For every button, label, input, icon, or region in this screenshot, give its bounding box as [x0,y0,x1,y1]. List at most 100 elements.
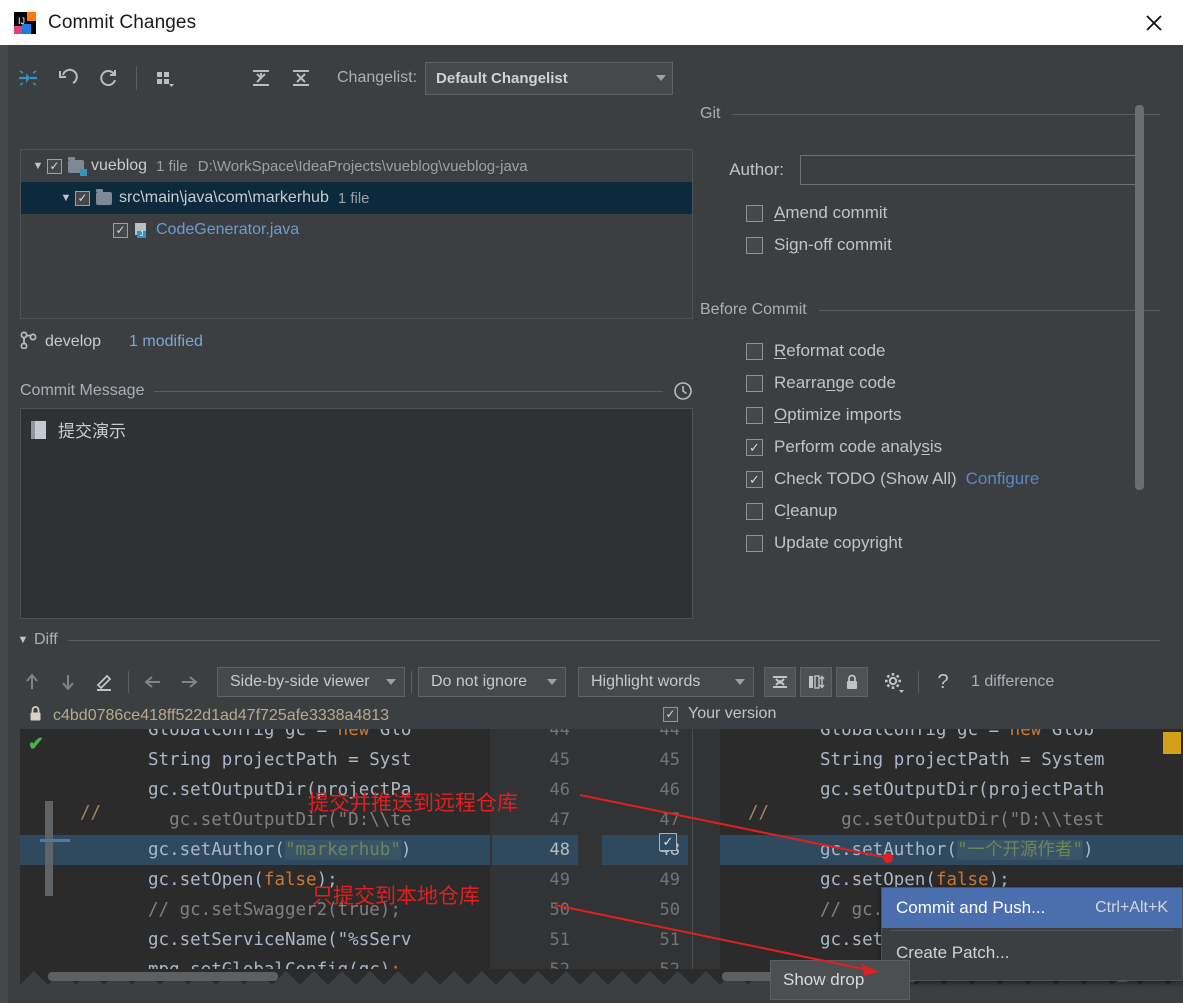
checkbox-update-copyright[interactable]: Update copyright [700,533,1160,553]
checkbox-box[interactable] [746,502,763,520]
menu-item-create-patch[interactable]: Create Patch... [882,933,1182,973]
line-number: 45 [659,750,680,770]
arrow-up-icon[interactable] [14,667,50,697]
checkbox-label: Reformat code [774,341,886,360]
tree-checkbox[interactable]: ✓ [75,190,90,206]
checkbox-optimize-imports[interactable]: Optimize imports [700,405,1160,425]
collapse-all-icon[interactable] [281,61,321,95]
viewer-mode-dropdown[interactable]: Side-by-side viewer [217,667,405,697]
chevron-down-icon[interactable]: ▼ [14,634,32,646]
comment-marker-left: // [80,803,102,823]
diff-left-horizontal-scrollbar[interactable] [48,972,278,981]
highlight-mode-dropdown[interactable]: Highlight words [578,667,754,697]
line-number: 47 [659,810,680,830]
code-line: GlobalConfig gc = new Glob [820,729,1094,740]
collapse-unchanged-icon[interactable] [764,667,796,697]
revert-icon[interactable] [48,61,88,95]
checkbox-amend-commit[interactable]: Amend commit [700,203,1160,223]
tree-row-package[interactable]: ▼ ✓ src\main\java\com\markerhub 1 file [21,182,692,214]
ignore-mode-dropdown[interactable]: Do not ignore [418,667,566,697]
changed-files-tree[interactable]: ▼ ✓ vueblog 1 file D:\WorkSpace\IdeaProj… [20,149,693,319]
your-version-checkbox[interactable]: ✓ [663,706,678,722]
chevron-down-icon[interactable]: ▼ [29,160,47,172]
checkbox-cleanup[interactable]: Cleanup [700,501,1160,521]
line-number: 47 [549,810,570,830]
checkbox-box[interactable]: ✓ [746,438,763,456]
pencil-icon[interactable] [86,667,122,697]
changelist-dropdown[interactable]: Default Changelist [425,61,674,95]
checkbox-box[interactable] [746,204,763,222]
clock-icon[interactable] [673,381,693,401]
line-numbers-right: 44 45 46 47 48 49 50 51 52 [602,729,688,981]
tree-row-label: vueblog [91,157,148,174]
tree-row-count: 1 file [337,189,370,207]
checkbox-reformat-code[interactable]: Reformat code [700,341,1160,361]
collapse-diff-icon[interactable] [8,61,48,95]
code-line: gc.setServiceName("%sServ [148,930,412,950]
separator-line [732,113,1160,115]
checkbox-perform-code-analysis[interactable]: ✓ Perform code analysis [700,437,1160,457]
menu-item-commit-and-push[interactable]: Commit and Push... Ctrl+Alt+K [882,888,1182,928]
before-commit-section-header: Before Commit [700,301,1160,319]
gear-icon[interactable] [876,667,912,697]
arrow-right-icon[interactable] [171,667,207,697]
changelist-value: Default Changelist [436,69,568,87]
accept-change-checkbox[interactable]: ✓ [659,833,677,851]
line-numbers-left: 44 45 46 47 48 49 50 51 52 [492,729,578,981]
commit-message-input[interactable]: 提交演示 [20,408,693,619]
ignore-mode-value: Do not ignore [431,673,528,690]
diff-left-revision-header: c4bd0786ce418ff522d1ad47f725afe3338a4813 [28,705,389,727]
chevron-down-icon[interactable]: ▼ [57,192,75,204]
viewer-mode-value: Side-by-side viewer [230,673,370,690]
configure-link[interactable]: Configure [966,469,1040,489]
line-number: 50 [659,900,680,920]
menu-separator [890,930,1174,931]
tree-row-project[interactable]: ▼ ✓ vueblog 1 file D:\WorkSpace\IdeaProj… [21,150,692,182]
checkbox-box[interactable] [746,342,763,360]
expand-all-icon[interactable] [241,61,281,95]
gutter-divider [692,729,693,981]
refresh-icon[interactable] [88,61,128,95]
revision-hash: c4bd0786ce418ff522d1ad47f725afe3338a4813 [53,707,390,724]
diff-left-pane[interactable]: ✔ // GlobalConfig gc = new Glo String pr… [20,729,490,981]
commit-dropdown-menu[interactable]: Commit and Push... Ctrl+Alt+K Create Pat… [881,887,1183,981]
checkbox-rearrange-code[interactable]: Rearrange code [700,373,1160,393]
left-edge-strip [0,45,8,1003]
arrow-down-icon[interactable] [50,667,86,697]
before-commit-title: Before Commit [700,301,807,318]
checkbox-box[interactable]: ✓ [746,470,763,488]
checkbox-box[interactable] [746,534,763,552]
read-only-lock-icon[interactable] [836,667,868,697]
line-number: 44 [549,729,570,740]
synchronize-scroll-icon[interactable] [800,667,832,697]
toolbar-separator [918,671,919,693]
branch-name: develop [45,333,102,350]
highlight-mode-value: Highlight words [591,673,701,690]
checkbox-box[interactable] [746,374,763,392]
commit-message-header: Commit Message [20,379,693,403]
menu-item-shortcut: Ctrl+Alt+K [1095,899,1168,916]
author-field[interactable] [800,155,1138,185]
git-panel-scrollbar[interactable] [1135,105,1144,490]
tree-checkbox[interactable]: ✓ [113,222,128,238]
checkbox-box[interactable] [746,236,763,254]
line-number: 49 [659,870,680,890]
line-number: 46 [659,780,680,800]
git-section-title: Git [700,105,721,122]
chevron-down-icon [735,679,745,685]
checkbox-box[interactable] [746,406,763,424]
checkbox-sign-off-commit[interactable]: Sign-off commit [700,235,1160,255]
tree-checkbox[interactable]: ✓ [47,158,62,174]
java-file-icon: J [134,222,149,238]
tree-row-file[interactable]: ✓ J CodeGenerator.java [21,214,692,246]
line-number: 50 [549,900,570,920]
question-icon[interactable]: ? [925,667,961,697]
checkbox-check-todo[interactable]: ✓ Check TODO (Show All) Configure [700,469,1160,489]
arrow-left-icon[interactable] [135,667,171,697]
close-icon[interactable] [1125,0,1183,45]
group-by-icon[interactable] [145,61,185,95]
line-number: 49 [549,870,570,890]
chevron-down-icon [656,75,667,81]
intellij-idea-icon: IJ [14,11,36,34]
branch-modified-count[interactable]: 1 modified [129,333,203,351]
